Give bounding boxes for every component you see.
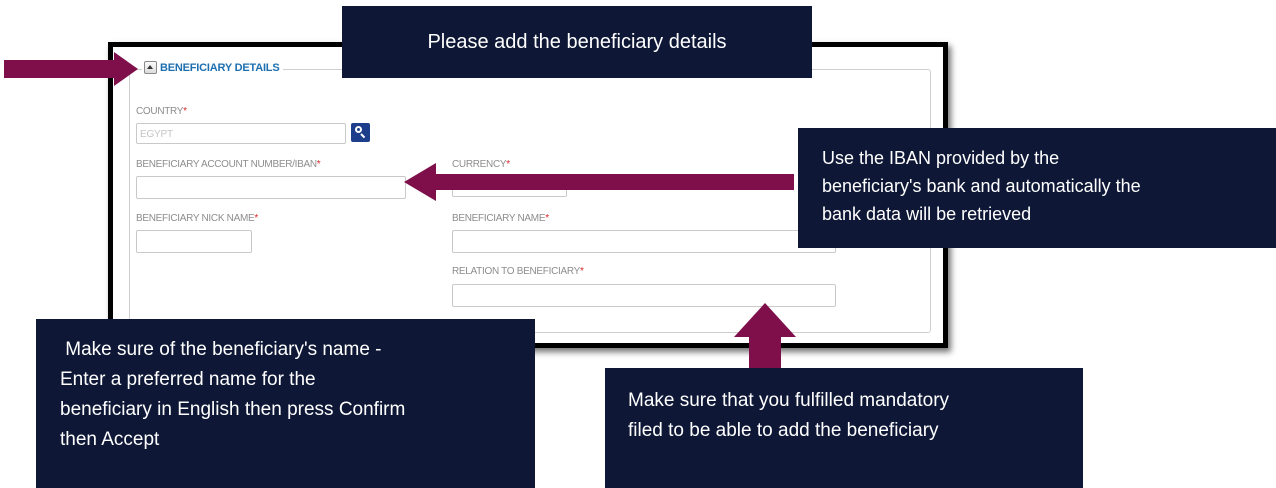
- relation-label: RELATION TO BENEFICIARY*: [452, 266, 584, 277]
- arrow-head-up-icon: [734, 303, 796, 337]
- beneficiary-name-input[interactable]: [452, 230, 836, 253]
- currency-label: CURRENCY*: [452, 159, 510, 170]
- country-field[interactable]: EGYPT: [136, 123, 346, 144]
- iban-input[interactable]: [136, 176, 406, 199]
- nickname-input[interactable]: [136, 230, 252, 253]
- beneficiary-name-label: BENEFICIARY NAME*: [452, 213, 549, 224]
- arrow-head-right-icon: [114, 52, 138, 86]
- account-label: BENEFICIARY ACCOUNT NUMBER/IBAN*: [136, 159, 321, 170]
- arrow-to-relation-field: [749, 336, 781, 368]
- nickname-label: BENEFICIARY NICK NAME*: [136, 213, 258, 224]
- country-search-button[interactable]: [351, 123, 370, 142]
- arrow-to-section-header: [4, 60, 116, 78]
- section-header: BENEFICIARY DETAILS: [142, 61, 284, 74]
- country-label: COUNTRY*: [136, 106, 187, 117]
- arrow-head-left-icon: [404, 163, 436, 201]
- callout-mandatory-fields: Make sure that you fulfilled mandatory f…: [605, 368, 1083, 488]
- callout-add-details: Please add the beneficiary details: [342, 6, 812, 78]
- collapse-icon[interactable]: [144, 61, 157, 74]
- arrow-to-iban-field: [434, 174, 794, 190]
- callout-beneficiary-name: Make sure of the beneficiary's name - En…: [36, 319, 535, 488]
- callout-iban: Use the IBAN provided by the beneficiary…: [798, 128, 1276, 248]
- search-icon: [355, 126, 362, 133]
- section-title: BENEFICIARY DETAILS: [160, 61, 280, 74]
